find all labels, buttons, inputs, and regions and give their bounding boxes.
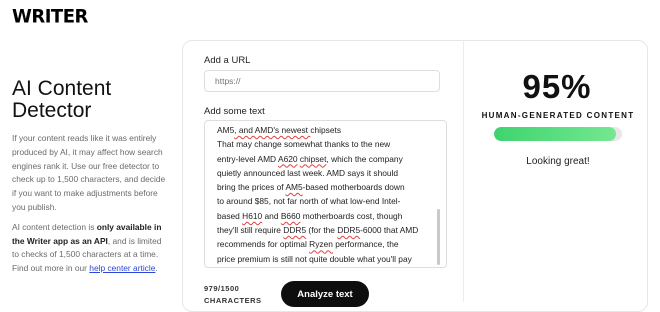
- character-unit: CHARACTERS: [204, 296, 262, 305]
- scrollbar-thumb[interactable]: [437, 209, 440, 265]
- flagged-word: DDR5: [337, 225, 360, 235]
- availability-note: AI content detection is only available i…: [12, 221, 170, 276]
- verdict-text: Looking great!: [494, 156, 622, 167]
- text-segment: they'll still require: [217, 225, 283, 235]
- text-segment: and: [262, 211, 281, 221]
- page-title: AI Content Detector: [12, 78, 170, 122]
- text-segment: , which the company: [326, 154, 402, 164]
- text-line: That may change somewhat thanks to the n…: [217, 137, 437, 151]
- flagged-word: DDR5: [283, 225, 306, 235]
- text-segment: based: [217, 211, 242, 221]
- panel-divider: [463, 40, 464, 302]
- text-segment: That may change somewhat thanks to the n…: [217, 139, 390, 149]
- text-line: bring the prices of AM5-based motherboar…: [217, 180, 437, 194]
- text-line: price premium is still not quite double …: [217, 252, 437, 266]
- text-line: they'll still require DDR5 (for the DDR5…: [217, 223, 437, 237]
- text-segment: chipsets: [310, 125, 341, 135]
- intro-description: If your content reads like it was entire…: [12, 132, 170, 215]
- page-title-line2: Detector: [12, 99, 91, 122]
- intro-section: AI Content Detector If your content read…: [12, 78, 170, 276]
- text-line: quietly announced last week. AMD says it…: [217, 166, 437, 180]
- text-segment: price premium is still not quite double …: [217, 254, 412, 264]
- text-segment: recommends for optimal: [217, 239, 309, 249]
- flagged-word: , and AMD's newest: [234, 125, 310, 135]
- text-line: entry-level AMD A620 chipset, which the …: [217, 152, 437, 166]
- text-segment: entry-level AMD: [217, 154, 278, 164]
- text-label: Add some text: [204, 106, 265, 117]
- text-segment: motherboards cost, though: [300, 211, 402, 221]
- text-segment: (for the: [306, 225, 337, 235]
- text-segment: quietly announced last week. AMD says it…: [217, 168, 398, 178]
- text-segment: -6000 that AMD: [360, 225, 418, 235]
- character-count: 979/1500: [204, 284, 239, 293]
- flagged-word: chipset: [300, 154, 327, 164]
- text-segment: -based motherboards down: [303, 182, 405, 192]
- text-line: recommends for optimal Ryzen performance…: [217, 237, 437, 251]
- textarea-scrollbar[interactable]: [437, 125, 442, 263]
- page-title-line1: AI Content: [12, 77, 111, 100]
- score-progress-bar: [494, 127, 622, 141]
- text-segment: performance, the: [333, 239, 399, 249]
- character-counter: 979/1500 CHARACTERS: [204, 283, 262, 307]
- text-segment: bring the prices of: [217, 182, 285, 192]
- help-center-link[interactable]: help center article: [89, 263, 155, 273]
- score-label: HUMAN-GENERATED CONTENT: [478, 111, 638, 120]
- text-line: to around $85, not far north of what low…: [217, 194, 437, 208]
- flagged-word: B660: [281, 211, 301, 221]
- flagged-word: AM5: [285, 182, 302, 192]
- text-input-content: AM5, and AMD's newest chipsetsThat may c…: [217, 123, 437, 268]
- flagged-word: A620: [278, 154, 298, 164]
- note-end: .: [155, 263, 157, 273]
- text-line: for the same amount of DDR4-3200).: [217, 266, 437, 268]
- text-input-area[interactable]: AM5, and AMD's newest chipsetsThat may c…: [204, 120, 447, 268]
- text-segment: AM5: [217, 125, 234, 135]
- analyze-text-button[interactable]: Analyze text: [281, 281, 369, 307]
- score-value: 95%: [494, 68, 620, 106]
- note-text-1: AI content detection is: [12, 222, 97, 232]
- flagged-word: Ryzen: [309, 239, 333, 249]
- text-line: AM5, and AMD's newest chipsets: [217, 123, 437, 137]
- text-segment: to around $85, not far north of what low…: [217, 196, 400, 206]
- url-input[interactable]: [204, 70, 440, 92]
- url-label: Add a URL: [204, 55, 250, 66]
- writer-logo[interactable]: WRITER: [12, 5, 88, 27]
- text-line: based H610 and B660 motherboards cost, t…: [217, 209, 437, 223]
- score-progress-fill: [494, 127, 616, 141]
- flagged-word: H610: [242, 211, 262, 221]
